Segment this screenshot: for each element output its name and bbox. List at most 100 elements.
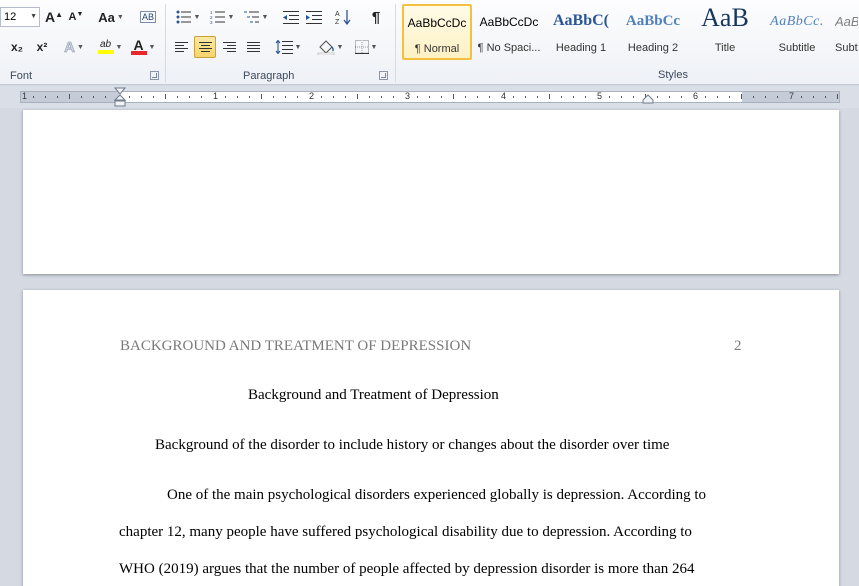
style-normal[interactable]: AaBbCcDc ¶ Normal	[402, 4, 472, 60]
sort-icon: AZ	[335, 10, 351, 25]
borders-icon	[354, 40, 369, 54]
ruler-tick	[177, 96, 178, 98]
paint-bucket-icon	[317, 40, 334, 55]
pilcrow-icon: ¶	[371, 8, 381, 26]
increase-indent-button[interactable]	[303, 6, 325, 28]
ribbon: 12 ▼ A ▲ A ▼ Aa ▼ AB x₂ x² A ▼ ab ▼ A ▼ …	[0, 0, 859, 85]
font-group: 12 ▼ A ▲ A ▼ Aa ▼ AB x₂ x² A ▼ ab ▼ A ▼ …	[0, 0, 164, 85]
style-name: Title	[714, 42, 736, 54]
font-dialog-launcher[interactable]	[150, 71, 159, 80]
decrease-indent-button[interactable]	[280, 6, 302, 28]
font-color-button[interactable]: A ▼	[128, 36, 158, 58]
ruler-tick	[45, 96, 46, 98]
styles-group-label: Styles	[658, 69, 688, 81]
shading-button[interactable]: ▼	[314, 36, 346, 58]
justify-button[interactable]	[242, 36, 264, 58]
horizontal-ruler[interactable]: 1 1 2 3 4 5 6 7	[0, 86, 859, 108]
style-no-spacing[interactable]: AaBbCcDc ¶ No Spaci...	[474, 4, 544, 60]
highlight-color-button[interactable]: ab ▼	[95, 36, 125, 58]
style-subtle-emphasis[interactable]: AaBl Subt	[834, 4, 859, 60]
shrink-font-button[interactable]: A ▼	[66, 6, 86, 28]
font-size-box[interactable]: 12 ▼	[0, 7, 40, 27]
document-title: Background and Treatment of Depression	[248, 387, 499, 403]
numbering-icon: 123	[210, 10, 225, 24]
ruler-tick	[717, 96, 718, 98]
right-indent-marker[interactable]	[642, 94, 654, 105]
borders-button[interactable]: ▼	[350, 36, 382, 58]
shrink-font-icon: A	[68, 11, 77, 23]
sort-button[interactable]: AZ	[332, 6, 354, 28]
change-case-button[interactable]: Aa ▼	[96, 6, 126, 28]
ruler-number: 5	[597, 91, 603, 101]
ruler-tick	[489, 96, 490, 98]
ruler-tick	[297, 96, 298, 98]
ruler-tick	[561, 96, 562, 98]
ruler-number: 6	[693, 91, 699, 101]
ruler-tick	[777, 96, 778, 98]
section-heading: Background of the disorder to include hi…	[155, 437, 670, 453]
clear-formatting-button[interactable]: AB	[137, 6, 159, 28]
line-spacing-button[interactable]: ▼	[272, 36, 304, 58]
ruler-bar: 1 1 2 3 4 5 6 7	[20, 87, 840, 107]
ruler-tick	[453, 94, 454, 99]
svg-text:3: 3	[210, 20, 213, 24]
ruler-tick	[249, 96, 250, 98]
font-color-icon: A	[130, 38, 147, 55]
ruler-tick	[801, 96, 802, 98]
show-formatting-button[interactable]: ¶	[365, 6, 387, 28]
grow-font-button[interactable]: A ▲	[44, 6, 64, 28]
ruler-tick	[93, 96, 94, 98]
svg-text:Z: Z	[335, 19, 340, 25]
chevron-down-icon: ▼	[30, 13, 37, 20]
ruler-tick	[129, 96, 130, 98]
clear-formatting-icon: AB	[139, 11, 156, 23]
style-title[interactable]: AaB Title	[690, 4, 760, 60]
multilevel-list-button[interactable]: ▼	[240, 6, 272, 28]
ruler-tick	[621, 96, 622, 98]
justify-icon	[246, 41, 260, 53]
style-heading-2[interactable]: AaBbCc Heading 2	[618, 4, 688, 60]
ruler-tick	[669, 96, 670, 98]
ruler-tick	[609, 96, 610, 98]
document-page-2[interactable]: BACKGROUND AND TREATMENT OF DEPRESSION 2…	[23, 290, 839, 586]
line-spacing-icon	[275, 40, 293, 54]
align-right-button[interactable]	[218, 36, 240, 58]
svg-text:A: A	[335, 11, 340, 18]
ruler-tick	[825, 96, 826, 98]
ruler-tick	[81, 96, 82, 98]
ruler-tick	[837, 94, 838, 99]
ruler-tick	[741, 94, 742, 99]
bullets-button[interactable]: ▼	[172, 6, 204, 28]
style-subtitle[interactable]: AaBbCc. Subtitle	[762, 4, 832, 60]
paragraph-line: chapter 12, many people have suffered ps…	[119, 524, 692, 540]
ruler-tick	[681, 96, 682, 98]
ruler-tick	[357, 94, 358, 99]
ruler-tick	[753, 96, 754, 98]
style-name: ¶ No Spaci...	[477, 42, 541, 54]
left-indent-marker[interactable]	[113, 87, 127, 108]
ruler-tick	[729, 96, 730, 98]
ruler-tick	[345, 96, 346, 98]
numbering-button[interactable]: 1 2 3 ▼	[206, 6, 238, 28]
superscript-button[interactable]: x²	[31, 36, 53, 58]
paragraph-line: One of the main psychological disorders …	[167, 487, 707, 503]
style-name: Subt	[835, 42, 858, 54]
style-sample: AaBl	[835, 14, 858, 29]
increase-indent-icon	[306, 10, 322, 24]
document-page-1[interactable]	[23, 110, 839, 274]
ruler-number: 1	[22, 91, 28, 101]
subscript-button[interactable]: x₂	[6, 36, 28, 58]
text-effects-button[interactable]: A ▼	[62, 36, 86, 58]
align-left-button[interactable]	[170, 36, 192, 58]
ruler-tick	[273, 96, 274, 98]
ruler-tick	[381, 96, 382, 98]
ruler-tick	[477, 96, 478, 98]
ruler-tick	[105, 96, 106, 98]
style-sample: AaBbC(	[552, 12, 609, 29]
ruler-tick	[705, 96, 706, 98]
style-heading-1[interactable]: AaBbC( Heading 1	[546, 4, 616, 60]
subscript-icon: x₂	[10, 40, 23, 54]
paragraph-dialog-launcher[interactable]	[379, 71, 388, 80]
style-sample: AaB	[701, 4, 749, 32]
align-center-button[interactable]	[194, 36, 216, 58]
